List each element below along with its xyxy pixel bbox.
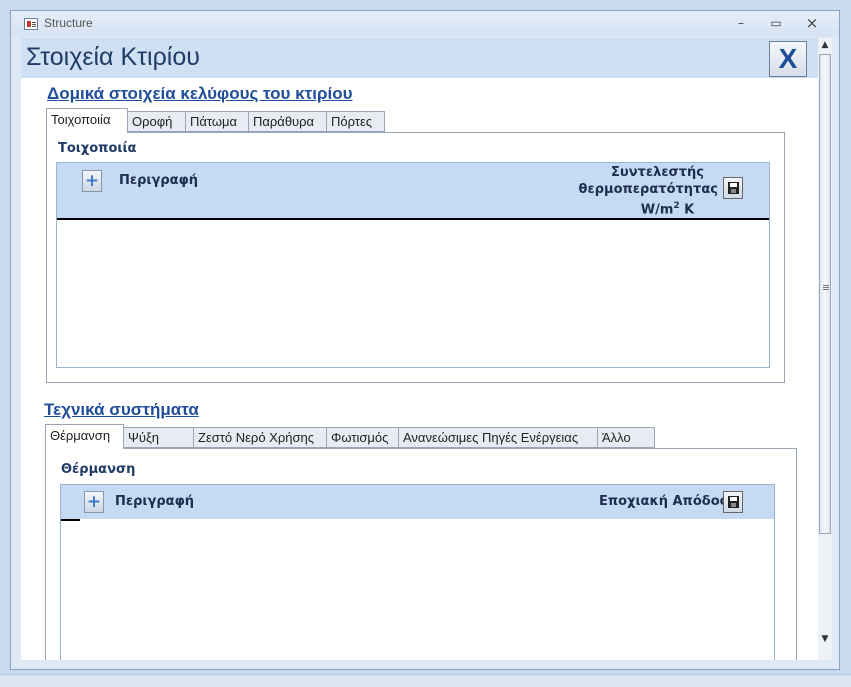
window-close-button[interactable]: × xyxy=(801,15,823,31)
walls-uvalue-header: Συντελεστής θερμοπερατότητας W/m2 K xyxy=(577,164,718,218)
add-record-button[interactable]: + xyxy=(82,170,102,192)
tab-cooling[interactable]: Ψύξη xyxy=(123,427,194,448)
uvalue-header-line2: θερμοπερατότητας xyxy=(578,182,718,197)
walls-subform: + Περιγραφή Συντελεστής θερμοπερατότητας… xyxy=(56,162,770,368)
maximize-button[interactable]: ▭ xyxy=(765,15,787,31)
tab-floor[interactable]: Πάτωμα xyxy=(185,111,249,132)
tab-walls[interactable]: Τοιχοποιία xyxy=(46,108,128,133)
save-heating-record-button[interactable] xyxy=(723,491,743,513)
tab-windows[interactable]: Παράθυρα xyxy=(248,111,327,132)
walls-subform-header: + Περιγραφή Συντελεστής θερμοπερατότητας… xyxy=(57,163,769,220)
status-strip xyxy=(0,674,851,687)
envelope-tab-strip: Τοιχοποιία Οροφή Πάτωμα Παράθυρα Πόρτες xyxy=(46,108,406,133)
scroll-thumb[interactable] xyxy=(819,54,831,534)
form-header: Στοιχεία Κτιρίου X xyxy=(21,38,818,78)
heating-subform-header: + Περιγραφή Εποχιακή Απόδοση xyxy=(61,485,774,519)
systems-tab-panel: Θέρμανση + Περιγραφή Εποχιακή Απόδοση xyxy=(45,448,797,660)
form-title: Στοιχεία Κτιρίου xyxy=(26,43,200,71)
tab-doors[interactable]: Πόρτες xyxy=(326,111,385,132)
tab-other[interactable]: Άλλο xyxy=(597,427,655,448)
tab-renewables[interactable]: Ανανεώσιμες Πηγές Ενέργειας xyxy=(398,427,598,448)
record-selector-line xyxy=(61,519,80,521)
tab-heating[interactable]: Θέρμανση xyxy=(45,424,124,449)
envelope-section-title: Δομικά στοιχεία κελύφους του κτιρίου xyxy=(47,84,353,103)
vertical-scrollbar[interactable]: ▲ ▼ xyxy=(818,38,832,660)
scroll-grip-icon xyxy=(823,285,829,286)
close-form-button[interactable]: X xyxy=(769,41,807,77)
title-bar[interactable]: Structure – ▭ × xyxy=(11,11,839,37)
systems-tab-strip: Θέρμανση Ψύξη Ζεστό Νερό Χρήσης Φωτισμός… xyxy=(45,424,655,449)
heating-efficiency-header: Εποχιακή Απόδοση xyxy=(599,494,740,509)
save-disk-icon xyxy=(728,496,739,508)
tab-hot-water[interactable]: Ζεστό Νερό Χρήσης xyxy=(193,427,327,448)
uvalue-unit-superscript: 2 xyxy=(673,201,680,211)
form-body: Στοιχεία Κτιρίου X Δομικά στοιχεία κελύφ… xyxy=(21,38,818,660)
uvalue-header-line1: Συντελεστής xyxy=(611,165,704,180)
systems-section-title: Τεχνικά συστήματα xyxy=(44,400,199,419)
tab-roof[interactable]: Οροφή xyxy=(127,111,186,132)
walls-description-header: Περιγραφή xyxy=(119,173,199,188)
save-disk-icon xyxy=(728,182,739,194)
scroll-down-arrow-icon[interactable]: ▼ xyxy=(818,632,832,646)
envelope-tab-panel: Τοιχοποιία + Περιγραφή Συντελεστής θερμο… xyxy=(46,132,785,383)
window-title: Structure xyxy=(44,16,93,30)
structure-window: Structure – ▭ × Στοιχεία Κτιρίου X Δομικ… xyxy=(10,10,840,670)
uvalue-unit: W/m xyxy=(640,202,674,218)
scroll-up-arrow-icon[interactable]: ▲ xyxy=(818,38,832,52)
save-record-button[interactable] xyxy=(723,177,743,199)
uvalue-header-unit-line: W/m2 K xyxy=(577,198,718,218)
heating-description-header: Περιγραφή xyxy=(115,494,195,509)
tab-lighting[interactable]: Φωτισμός xyxy=(326,427,399,448)
add-heating-record-button[interactable]: + xyxy=(84,491,104,513)
form-app-icon xyxy=(24,18,38,30)
minimize-button[interactable]: – xyxy=(730,15,752,31)
walls-panel-label: Τοιχοποιία xyxy=(58,141,137,156)
heating-panel-label: Θέρμανση xyxy=(61,462,136,477)
heating-subform: + Περιγραφή Εποχιακή Απόδοση xyxy=(60,484,775,660)
uvalue-unit-suffix: K xyxy=(684,202,695,218)
